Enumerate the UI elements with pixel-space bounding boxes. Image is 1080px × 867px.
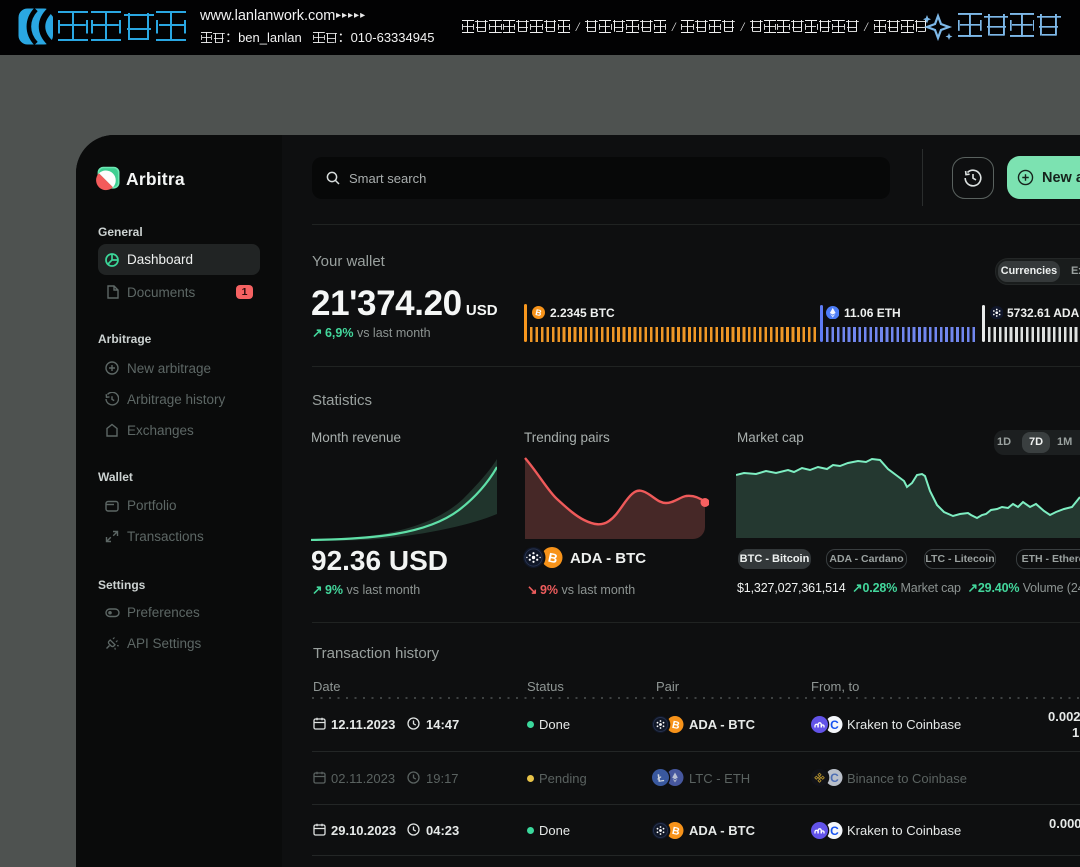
svg-text:C: C bbox=[830, 771, 839, 785]
svg-text:C: C bbox=[830, 717, 839, 731]
svg-text:C: C bbox=[830, 823, 839, 837]
